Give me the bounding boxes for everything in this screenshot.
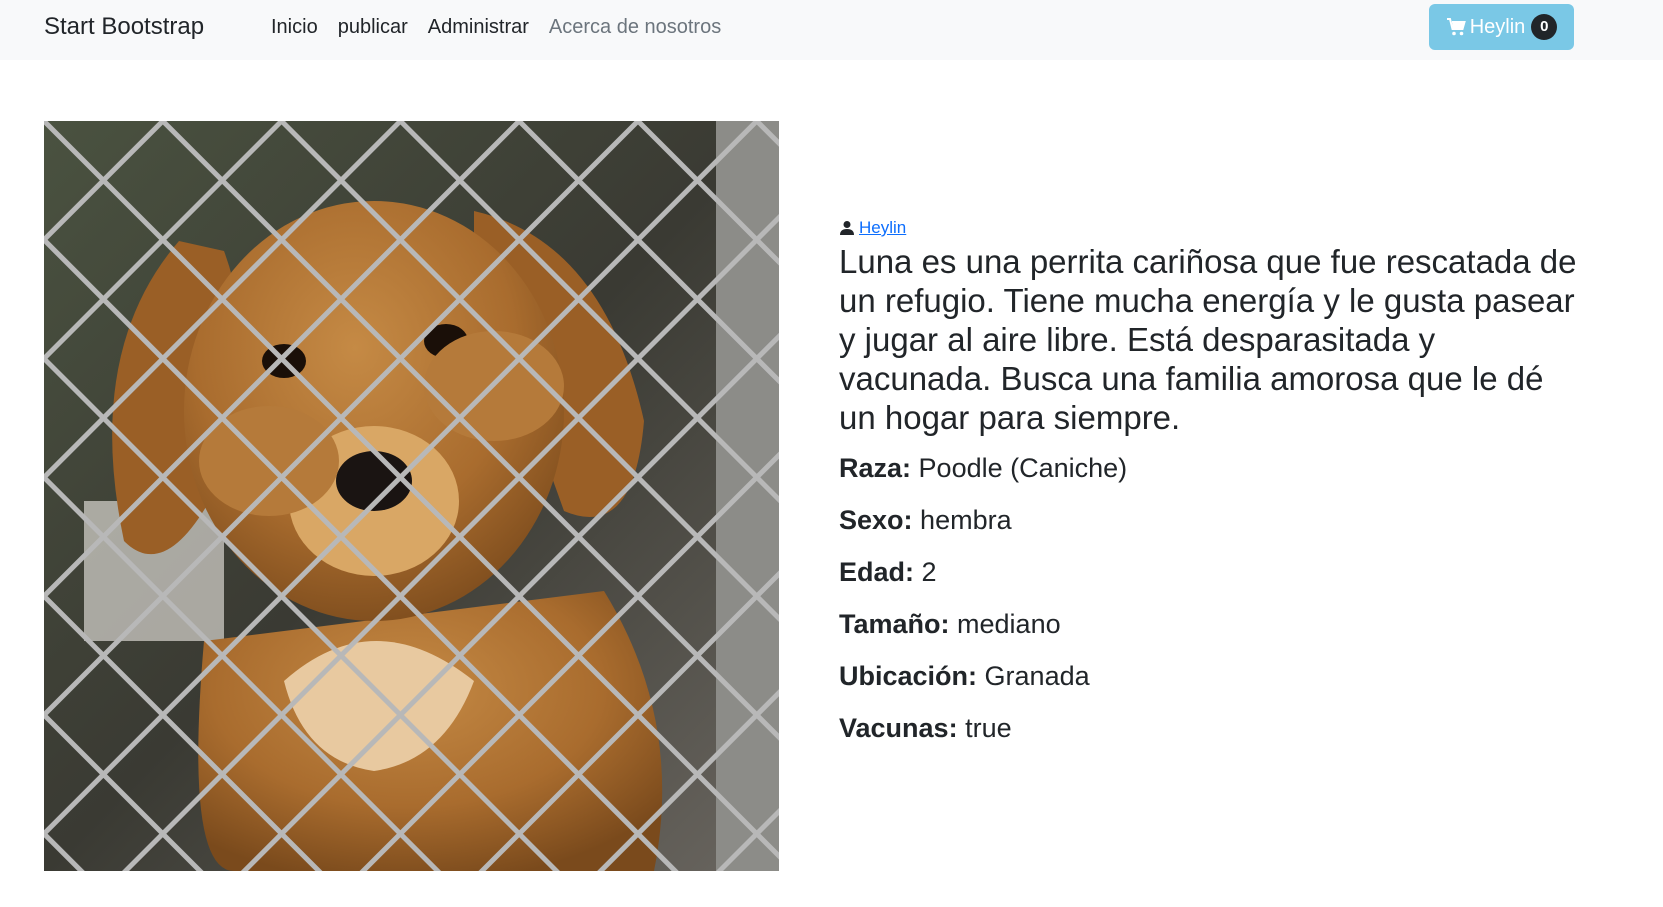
nav-link-acerca[interactable]: Acerca de nosotros <box>549 16 721 39</box>
attr-label: Sexo: <box>839 505 913 535</box>
dog-behind-fence-image <box>44 121 779 871</box>
person-icon <box>840 221 854 235</box>
author-link[interactable]: Heylin <box>859 218 906 238</box>
attr-label: Tamaño: <box>839 609 950 639</box>
attr-sexo: Sexo: hembra <box>839 503 1579 537</box>
attr-value: 2 <box>921 557 937 587</box>
attr-value: Granada <box>984 661 1090 691</box>
attr-raza: Raza: Poodle (Caniche) <box>839 451 1579 485</box>
attr-value: Poodle (Caniche) <box>918 453 1128 483</box>
attr-label: Vacunas: <box>839 713 958 743</box>
attr-value: mediano <box>957 609 1061 639</box>
pet-photo <box>44 121 779 871</box>
attr-vacunas: Vacunas: true <box>839 711 1579 745</box>
top-navbar: Start Bootstrap Inicio publicar Administ… <box>0 0 1663 60</box>
cart-count-badge: 0 <box>1531 14 1558 40</box>
author-line: Heylin <box>839 218 1579 238</box>
attr-value: hembra <box>920 505 1012 535</box>
nav-link-publicar[interactable]: publicar <box>338 16 408 39</box>
cart-icon <box>1446 18 1466 36</box>
nav-link-administrar[interactable]: Administrar <box>428 16 529 39</box>
attr-label: Edad: <box>839 557 915 587</box>
brand-link[interactable]: Start Bootstrap <box>44 13 204 41</box>
attr-value: true <box>965 713 1012 743</box>
cart-user-label: Heylin <box>1469 15 1526 38</box>
attr-edad: Edad: 2 <box>839 555 1579 589</box>
attr-tamano: Tamaño: mediano <box>839 607 1579 641</box>
pet-description: Luna es una perrita cariñosa que fue res… <box>839 243 1577 436</box>
attr-label: Raza: <box>839 453 912 483</box>
attr-ubicacion: Ubicación: Granada <box>839 659 1579 693</box>
nav-links: Inicio publicar Administrar Acerca de no… <box>271 16 741 39</box>
pet-details: Heylin Luna es una perrita cariñosa que … <box>839 218 1579 763</box>
nav-link-inicio[interactable]: Inicio <box>271 16 318 39</box>
cart-button[interactable]: Heylin 0 <box>1429 4 1574 50</box>
attr-label: Ubicación: <box>839 661 978 691</box>
